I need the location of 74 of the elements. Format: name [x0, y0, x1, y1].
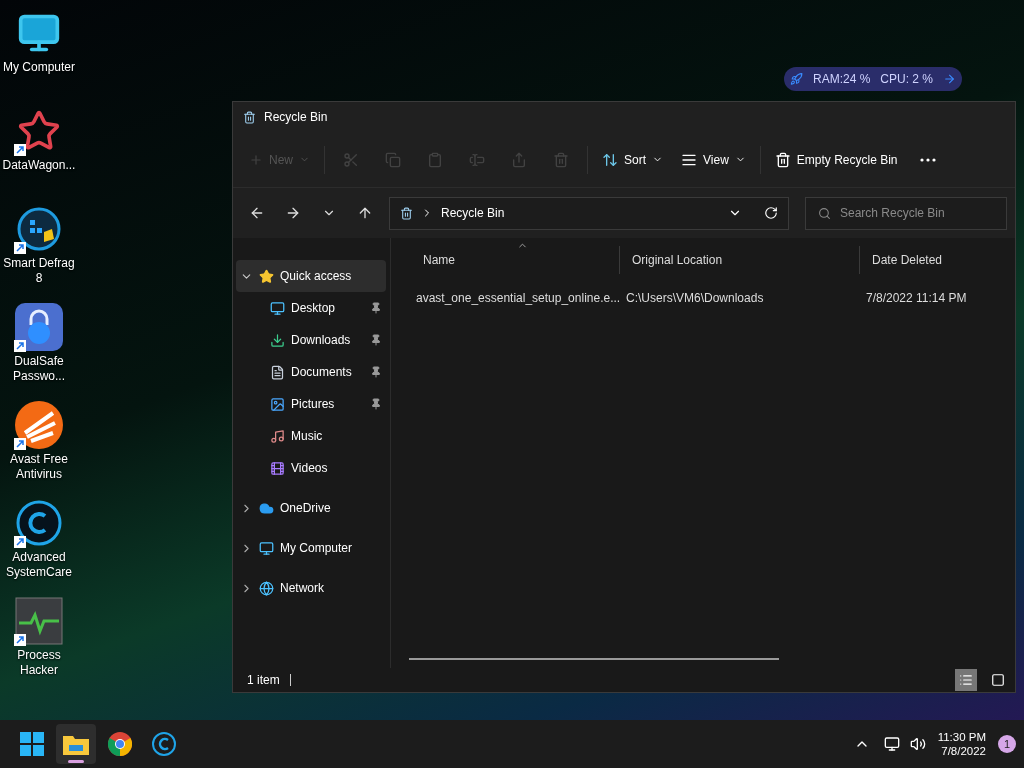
sort-button[interactable]: Sort — [594, 141, 672, 178]
window-title: Recycle Bin — [264, 110, 328, 124]
taskbar-app-button[interactable] — [56, 724, 96, 764]
sidebar-item[interactable]: Desktop — [236, 292, 386, 324]
rocket-icon — [790, 72, 803, 86]
ram-reading: RAM:24 % — [812, 72, 871, 86]
avast-logo-icon — [15, 401, 63, 449]
monitor-icon — [259, 540, 274, 556]
music-note-icon — [270, 428, 285, 444]
refresh-icon[interactable] — [764, 206, 778, 220]
desktop-icon-label[interactable]: DataWagon... — [2, 158, 76, 173]
c-logo-icon — [151, 731, 177, 757]
document-icon — [270, 364, 285, 380]
empty-button[interactable]: Empty Recycle Bin — [766, 141, 906, 178]
column-header[interactable]: Original Location — [619, 246, 859, 274]
search-field[interactable]: Search Recycle Bin — [805, 196, 1007, 230]
sidebar-item[interactable]: Videos — [236, 452, 386, 484]
pin-icon — [370, 366, 382, 378]
arrow-right-icon[interactable] — [943, 72, 956, 86]
details-view-button[interactable] — [955, 669, 977, 691]
desktop-icon-label[interactable]: My Computer — [3, 60, 75, 75]
item-count: 1 item — [247, 673, 280, 687]
clock-time[interactable]: 11:30 PM — [937, 731, 986, 743]
search-icon — [818, 206, 831, 220]
sidebar-item[interactable]: Documents — [236, 356, 386, 388]
desktop-icon — [270, 300, 285, 316]
network-icon[interactable] — [883, 736, 900, 752]
view-button[interactable]: View — [673, 141, 754, 178]
pin-icon — [370, 334, 382, 346]
download-icon — [270, 332, 285, 348]
film-icon — [270, 460, 285, 476]
arrow-right-icon — [285, 205, 301, 221]
sidebar-item[interactable]: Pictures — [236, 388, 386, 420]
sidebar-item[interactable]: OneDrive — [236, 492, 386, 524]
folder-icon — [63, 733, 89, 755]
column-header[interactable]: Name — [411, 246, 619, 274]
lock-icon — [15, 303, 63, 351]
column-header[interactable]: Date Deleted — [859, 246, 999, 274]
table-cell: C:\Users\VM6\Downloads — [626, 291, 764, 305]
square-icon — [991, 673, 1005, 687]
address-path[interactable]: Recycle Bin — [441, 206, 720, 220]
chrome-logo-icon — [108, 732, 132, 756]
desktop-icon-label[interactable]: DualSafe Passwo... — [0, 354, 78, 384]
cloud-icon — [259, 500, 274, 516]
pin-icon — [370, 398, 382, 410]
desktop-icon-label[interactable]: Process Hacker — [0, 648, 78, 678]
defrag-icon — [16, 206, 62, 252]
sidebar-item[interactable]: My Computer — [236, 532, 386, 564]
clock-date[interactable]: 7/8/2022 — [941, 745, 986, 757]
pulse-graph-icon — [15, 597, 63, 645]
sidebar-item[interactable]: Quick access — [236, 260, 386, 292]
arrow-left-icon — [249, 205, 265, 221]
sidebar-item[interactable]: Downloads — [236, 324, 386, 356]
notification-badge[interactable]: 1 — [998, 735, 1016, 753]
recycle-bin-icon — [243, 110, 256, 124]
table-cell: avast_one_essential_setup_online.e... — [416, 291, 621, 305]
sidebar-item[interactable]: Network — [236, 572, 386, 604]
picture-icon — [270, 396, 285, 412]
sidebar-item[interactable]: Music — [236, 420, 386, 452]
c-logo-icon — [16, 500, 62, 546]
pin-icon — [370, 302, 382, 314]
desktop-icon-label[interactable]: Smart Defrag 8 — [0, 256, 78, 286]
desktop-icon-label[interactable]: Avast Free Antivirus — [0, 452, 78, 482]
speaker-icon[interactable] — [909, 736, 926, 752]
network-icon — [259, 580, 274, 596]
recycle-bin-icon — [400, 206, 413, 220]
text-cursor — [289, 674, 291, 686]
list-icon — [959, 673, 973, 687]
address-bar[interactable]: Recycle Bin — [389, 196, 789, 230]
star-icon — [259, 268, 274, 284]
table-cell: 7/8/2022 11:14 PM — [866, 291, 967, 305]
desktop-icon-label[interactable]: Advanced SystemCare — [0, 550, 78, 580]
cpu-reading: CPU: 2 % — [880, 72, 933, 86]
windows-logo-icon — [20, 732, 44, 756]
